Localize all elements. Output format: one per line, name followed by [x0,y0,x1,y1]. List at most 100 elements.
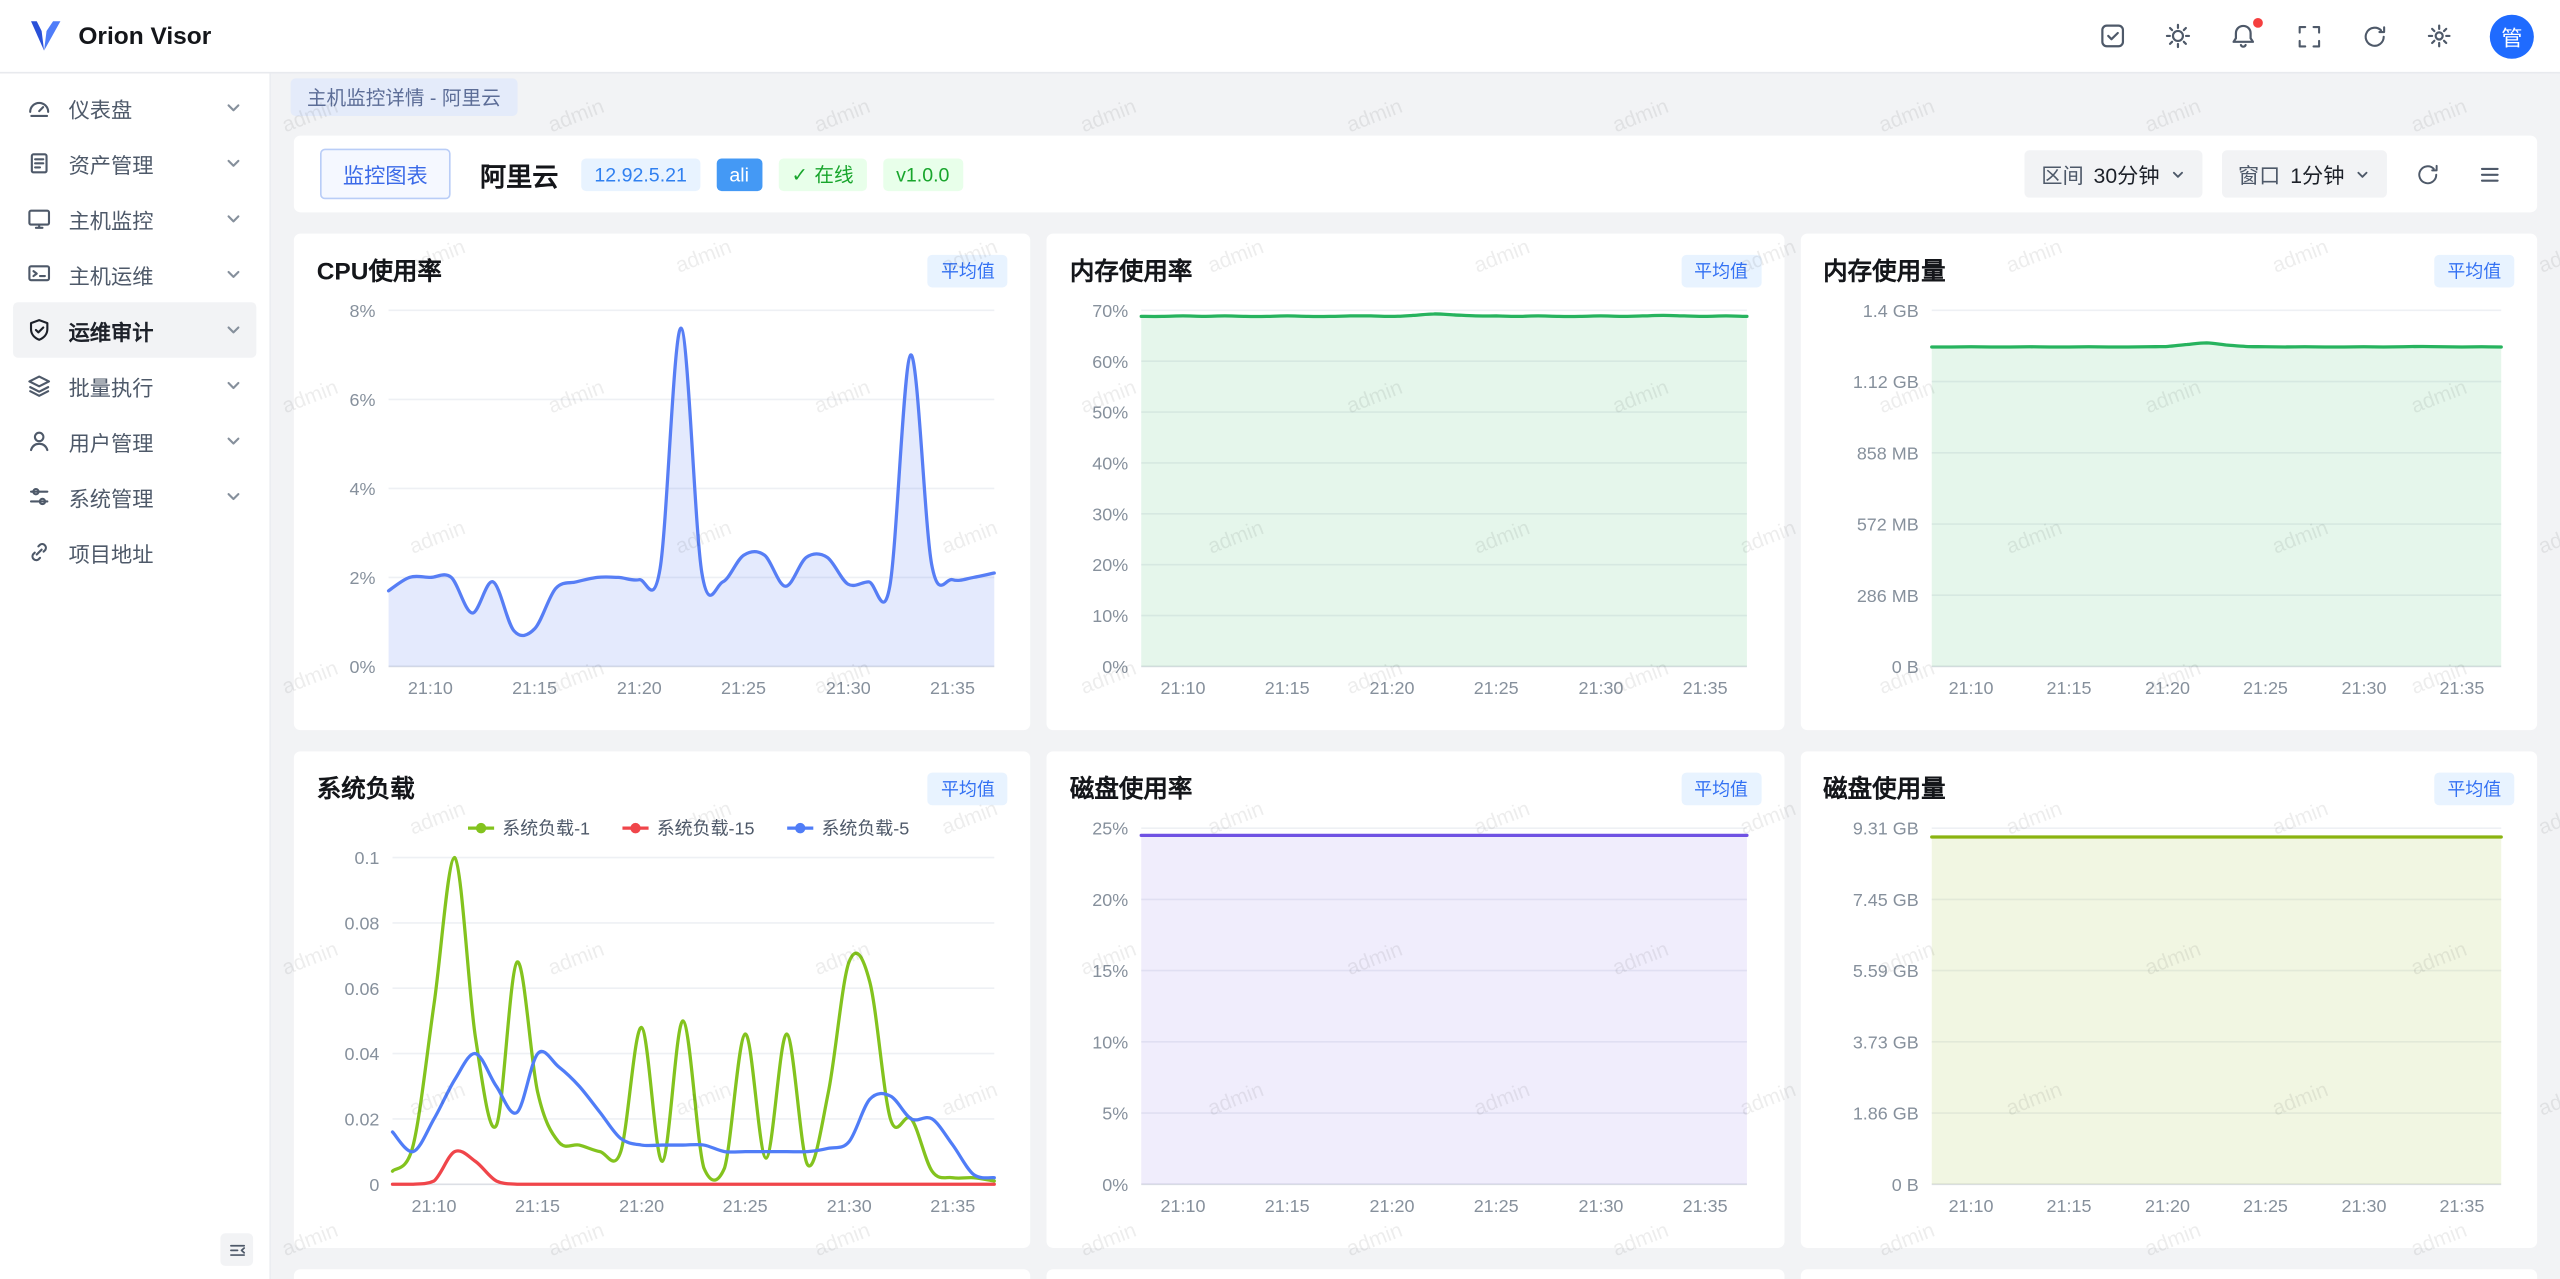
main-area: 主机监控详情 - 阿里云 监控图表 阿里云 12.92.5.21 ali ✓在线… [271,74,2560,1279]
svg-text:20%: 20% [1093,555,1129,575]
svg-text:40%: 40% [1093,453,1129,473]
chevron-down-icon [224,376,244,396]
overview-icon[interactable] [2098,21,2127,50]
sidebar-item-assets[interactable]: 资产管理 [13,136,256,192]
fullscreen-icon[interactable] [2294,21,2323,50]
list-icon [2477,161,2503,187]
svg-text:21:30: 21:30 [1579,678,1624,698]
interval-select[interactable]: 区间 30分钟 [2025,150,2202,197]
monitor-charts-button[interactable]: 监控图表 [320,149,451,200]
avg-badge: 平均值 [928,772,1008,805]
svg-text:4%: 4% [350,479,376,499]
chart-card-memory-rate: 内存使用率平均值 0%10%20%30%40%50%60%70%21:1021:… [1047,234,1784,731]
svg-text:20%: 20% [1093,890,1129,910]
svg-text:21:35: 21:35 [2439,678,2484,698]
svg-text:6%: 6% [350,390,376,410]
svg-text:21:10: 21:10 [412,1196,457,1216]
cpu-usage-chart[interactable]: 0%2%4%6%8%21:1021:1521:2021:2521:3021:35 [317,291,1008,706]
sidebar-item-ops-audit[interactable]: 运维审计 [13,302,256,358]
sidebar-collapse-button[interactable] [220,1233,253,1266]
host-ip-tag: 12.92.5.21 [581,158,700,191]
sidebar-item-label: 主机监控 [69,203,208,234]
svg-text:21:35: 21:35 [930,1196,975,1216]
svg-text:21:25: 21:25 [1474,678,1519,698]
svg-text:21:25: 21:25 [2242,1196,2287,1216]
refresh-icon [2415,161,2441,187]
host-code-tag: ali [716,158,762,191]
window-label: 窗口 [2238,158,2280,189]
sidebar-item-label: 批量执行 [69,370,208,401]
theme-sun-icon[interactable] [2163,21,2192,50]
header-actions: 管 [2098,14,2534,58]
sidebar-item-project-link[interactable]: 项目地址 [13,524,256,580]
svg-text:21:10: 21:10 [1948,678,1993,698]
system-load-chart[interactable]: 00.020.040.060.080.121:1021:1521:2021:25… [317,809,1008,1224]
notification-badge [2251,16,2264,29]
window-value: 1分钟 [2290,158,2344,189]
chart-title: 内存使用率 [1070,253,1192,287]
sidebar-item-system-mgmt[interactable]: 系统管理 [13,469,256,525]
svg-text:572 MB: 572 MB [1856,515,1918,535]
page-content: 监控图表 阿里云 12.92.5.21 ali ✓在线 v1.0.0 区间 30… [271,119,2560,1279]
sidebar-item-label: 系统管理 [69,481,208,512]
sidebar-item-label: 运维审计 [69,314,208,345]
svg-text:21:30: 21:30 [826,678,871,698]
charts-grid: CPU使用率平均值 0%2%4%6%8%21:1021:1521:2021:25… [294,234,2537,1279]
avg-badge: 平均值 [928,254,1008,287]
svg-text:0.08: 0.08 [344,913,379,933]
sidebar-item-user-mgmt[interactable]: 用户管理 [13,413,256,469]
sidebar-item-host-ops[interactable]: 主机运维 [13,247,256,303]
memory-usage-rate-chart[interactable]: 0%10%20%30%40%50%60%70%21:1021:1521:2021… [1070,291,1761,706]
svg-text:21:25: 21:25 [1474,1196,1519,1216]
sidebar-item-dashboard[interactable]: 仪表盘 [13,80,256,136]
chevron-down-icon [224,431,244,451]
breadcrumb: 主机监控详情 - 阿里云 [271,74,2560,120]
chart-title: CPU使用率 [317,253,442,287]
svg-text:7.45 GB: 7.45 GB [1852,890,1918,910]
shield-icon [26,317,52,343]
disk-usage-amount-chart[interactable]: 0 B1.86 GB3.73 GB5.59 GB7.45 GB9.31 GB21… [1823,809,2514,1224]
sidebar-item-label: 主机运维 [69,259,208,290]
avg-badge: 平均值 [2434,254,2514,287]
breadcrumb-tag[interactable]: 主机监控详情 - 阿里云 [291,78,517,116]
svg-text:21:25: 21:25 [723,1196,768,1216]
svg-text:21:10: 21:10 [1948,1196,1993,1216]
refresh-charts-button[interactable] [2407,153,2449,195]
chevron-down-icon [224,265,244,285]
svg-text:21:30: 21:30 [827,1196,872,1216]
terminal-icon [26,261,52,287]
svg-text:3.73 GB: 3.73 GB [1852,1032,1918,1052]
layers-icon [26,372,52,398]
settings-gear-icon[interactable] [2424,21,2453,50]
svg-text:1.4 GB: 1.4 GB [1862,301,1918,321]
svg-text:0.04: 0.04 [344,1044,379,1064]
chart-layout-button[interactable] [2469,153,2511,195]
svg-text:1.86 GB: 1.86 GB [1852,1104,1918,1124]
interval-label: 区间 [2041,158,2083,189]
sidebar-item-host-monitor[interactable]: 主机监控 [13,191,256,247]
notifications-bell-icon[interactable] [2229,21,2258,50]
chevron-down-icon [224,154,244,174]
host-name: 阿里云 [480,154,558,193]
refresh-icon[interactable] [2359,21,2388,50]
svg-text:50%: 50% [1093,403,1129,423]
chart-title: 磁盘使用量 [1823,771,1945,805]
disk-usage-rate-chart[interactable]: 0%5%10%15%20%25%21:1021:1521:2021:2521:3… [1070,809,1761,1224]
svg-text:0 B: 0 B [1891,657,1918,677]
svg-text:0%: 0% [1103,1175,1129,1195]
chevron-down-icon [224,320,244,340]
user-avatar[interactable]: 管 [2490,14,2534,58]
svg-text:30%: 30% [1093,504,1129,524]
svg-text:21:35: 21:35 [930,678,975,698]
host-status-tag: ✓在线 [778,158,866,191]
window-select[interactable]: 窗口 1分钟 [2222,150,2387,197]
chart-card-stub [1047,1269,1784,1279]
memory-usage-amount-chart[interactable]: 0 B286 MB572 MB858 MB1.12 GB1.4 GB21:102… [1823,291,2514,706]
svg-text:21:30: 21:30 [1579,1196,1624,1216]
app-logo: Orion Visor [26,16,211,55]
menu-fold-icon [226,1239,247,1260]
chevron-down-icon [2354,166,2370,182]
sidebar-item-batch-exec[interactable]: 批量执行 [13,358,256,414]
svg-text:8%: 8% [350,301,376,321]
svg-text:21:25: 21:25 [721,678,766,698]
